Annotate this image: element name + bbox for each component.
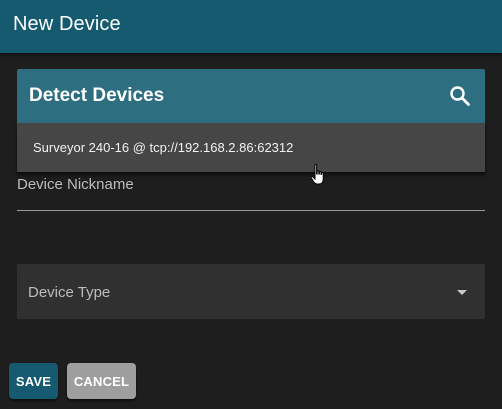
detect-devices-bar: Detect Devices bbox=[17, 69, 485, 123]
detected-devices-list: Surveyor 240-16 @ tcp://192.168.2.86:623… bbox=[17, 123, 485, 172]
dropdown-caret-icon bbox=[457, 290, 467, 295]
search-icon[interactable] bbox=[449, 85, 471, 107]
cancel-button[interactable]: CANCEL bbox=[67, 363, 136, 399]
detected-device-label: Surveyor 240-16 @ tcp://192.168.2.86:623… bbox=[33, 140, 294, 155]
new-device-dialog: New Device Detect Devices Device Nicknam… bbox=[0, 0, 502, 409]
detect-devices-title: Detect Devices bbox=[29, 85, 165, 106]
detected-device-item[interactable]: Surveyor 240-16 @ tcp://192.168.2.86:623… bbox=[17, 123, 485, 172]
save-button[interactable]: SAVE bbox=[9, 363, 58, 399]
device-type-select[interactable]: Device Type bbox=[17, 264, 485, 319]
dialog-title: New Device bbox=[13, 13, 121, 35]
device-nickname-input[interactable] bbox=[17, 190, 485, 211]
device-type-label: Device Type bbox=[28, 284, 111, 301]
dialog-header: New Device bbox=[0, 0, 502, 53]
